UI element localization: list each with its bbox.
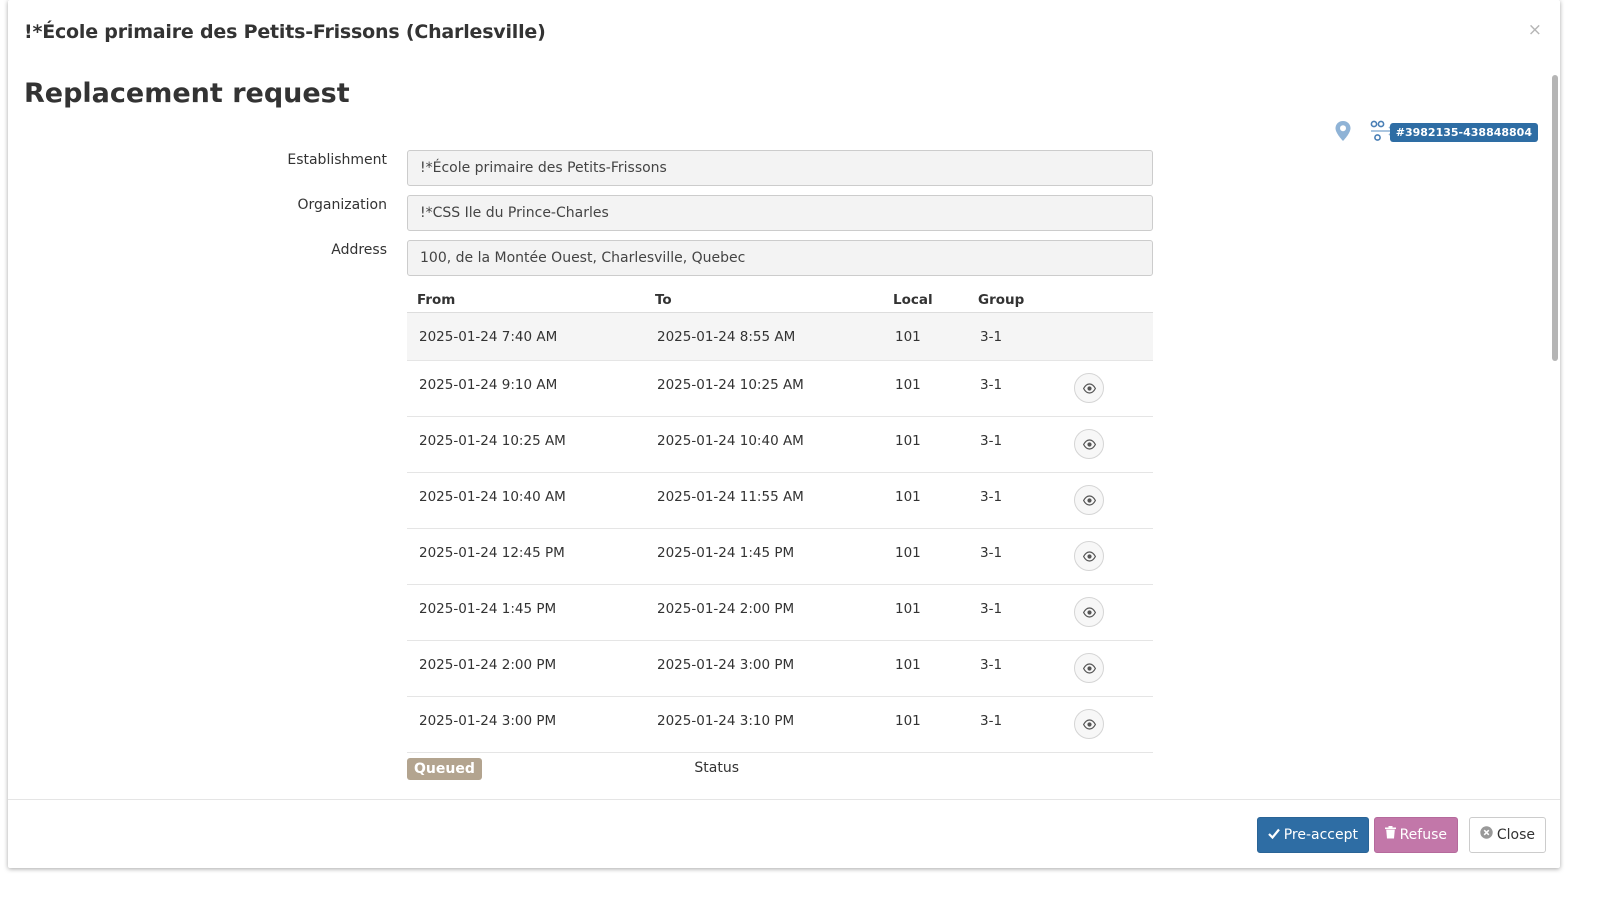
table-row: 2025-01-24 10:40 AM 2025-01-24 11:55 AM 10… [407, 473, 1153, 529]
schedule-table: From To Local Group 2025-01-24 7:40 AM 20… [407, 284, 1153, 753]
cell-from: 2025-01-24 12:45 PM [419, 545, 565, 561]
table-row: 2025-01-24 10:25 AM 2025-01-24 10:40 AM 10… [407, 417, 1153, 473]
cell-group: 3-1 [980, 713, 1003, 729]
cell-group: 3-1 [980, 377, 1003, 393]
cell-group: 3-1 [980, 657, 1003, 673]
view-button[interactable] [1074, 429, 1104, 459]
view-button[interactable] [1074, 373, 1104, 403]
view-button[interactable] [1074, 653, 1104, 683]
cell-local: 101 [895, 377, 921, 393]
close-icon[interactable]: × [1528, 20, 1542, 40]
view-button[interactable] [1074, 597, 1104, 627]
cell-from: 2025-01-24 10:25 AM [419, 433, 566, 449]
column-header-local: Local [893, 292, 933, 308]
schedule-body: 2025-01-24 7:40 AM 2025-01-24 8:55 AM 101 3… [407, 313, 1153, 753]
column-header-to: To [655, 292, 672, 308]
status-label: Status [694, 760, 739, 776]
modal-body: Replacement request #3982135-438848804 E… [8, 64, 1560, 799]
cell-from: 2025-01-24 7:40 AM [419, 329, 558, 345]
school-title: !*École primaire des Petits-Frissons (Ch… [24, 21, 546, 43]
organization-label: Organization [297, 197, 387, 213]
cell-group: 3-1 [980, 601, 1003, 617]
cell-from: 2025-01-24 9:10 AM [419, 377, 558, 393]
address-field[interactable]: 100, de la Montée Ouest, Charlesville, Q… [407, 240, 1153, 276]
cell-to: 2025-01-24 2:00 PM [657, 601, 795, 617]
table-row: 2025-01-24 9:10 AM 2025-01-24 10:25 AM 101… [407, 361, 1153, 417]
close-button[interactable]: Close [1468, 817, 1546, 853]
replacement-request-modal: !*École primaire des Petits-Frissons (Ch… [8, 0, 1560, 868]
establishment-field[interactable]: !*École primaire des Petits-Frissons [407, 150, 1153, 186]
table-row: 2025-01-24 3:00 PM 2025-01-24 3:10 PM 101 3… [407, 697, 1153, 753]
cell-to: 2025-01-24 3:10 PM [657, 713, 795, 729]
establishment-row: Establishment !*École primaire des Petit… [8, 150, 1208, 186]
address-row: Address 100, de la Montée Ouest, Charles… [8, 240, 1208, 276]
page-title: Replacement request [24, 78, 350, 109]
table-row: 2025-01-24 12:45 PM 2025-01-24 1:45 PM 101… [407, 529, 1153, 585]
cell-from: 2025-01-24 10:40 AM [419, 489, 566, 505]
cell-to: 2025-01-24 10:40 AM [657, 433, 804, 449]
cell-group: 3-1 [980, 329, 1003, 345]
cell-local: 101 [895, 433, 921, 449]
cell-local: 101 [895, 657, 921, 673]
cell-local: 101 [895, 601, 921, 617]
cell-to: 2025-01-24 3:00 PM [657, 657, 795, 673]
establishment-label: Establishment [287, 152, 387, 168]
schedule-header: From To Local Group [407, 284, 1153, 313]
view-button[interactable] [1074, 485, 1104, 515]
column-header-from: From [417, 292, 456, 308]
cell-local: 101 [895, 545, 921, 561]
modal-footer: Pre-accept Refuse Close [8, 799, 1560, 868]
organization-row: Organization !*CSS Ile du Prince-Charles [8, 195, 1208, 231]
modal-header: !*École primaire des Petits-Frissons (Ch… [8, 0, 1560, 64]
cell-to: 2025-01-24 11:55 AM [657, 489, 804, 505]
cell-from: 2025-01-24 2:00 PM [419, 657, 557, 673]
address-label: Address [331, 242, 387, 258]
meta-toolbar: #3982135-438848804 [8, 120, 1538, 142]
pre-accept-label: Pre-accept [1283, 827, 1358, 843]
refuse-label: Refuse [1399, 827, 1447, 843]
close-label: Close [1496, 827, 1535, 843]
table-row: 2025-01-24 1:45 PM 2025-01-24 2:00 PM 101 3… [407, 585, 1153, 641]
cell-to: 2025-01-24 10:25 AM [657, 377, 804, 393]
table-row: 2025-01-24 2:00 PM 2025-01-24 3:00 PM 101 3… [407, 641, 1153, 697]
refuse-button[interactable]: Refuse [1373, 817, 1458, 853]
cell-to: 2025-01-24 1:45 PM [657, 545, 795, 561]
pre-accept-button[interactable]: Pre-accept [1256, 817, 1369, 853]
status-badge: Queued [407, 758, 482, 780]
cell-group: 3-1 [980, 433, 1003, 449]
cell-local: 101 [895, 329, 921, 345]
cell-from: 2025-01-24 1:45 PM [419, 601, 557, 617]
trash-icon [1384, 818, 1396, 852]
cell-local: 101 [895, 713, 921, 729]
check-icon [1267, 818, 1280, 852]
cell-from: 2025-01-24 3:00 PM [419, 713, 557, 729]
organization-field[interactable]: !*CSS Ile du Prince-Charles [407, 195, 1153, 231]
cell-group: 3-1 [980, 489, 1003, 505]
view-button[interactable] [1074, 541, 1104, 571]
column-header-group: Group [978, 292, 1025, 308]
cell-group: 3-1 [980, 545, 1003, 561]
scrollbar[interactable] [1552, 75, 1558, 361]
map-pin-icon[interactable] [1334, 120, 1352, 142]
cell-local: 101 [895, 489, 921, 505]
reference-badge: #3982135-438848804 [1389, 123, 1538, 142]
table-row: 2025-01-24 7:40 AM 2025-01-24 8:55 AM 101 3… [407, 313, 1153, 361]
close-circle-icon [1480, 818, 1493, 852]
cell-to: 2025-01-24 8:55 AM [657, 329, 796, 345]
view-button[interactable] [1074, 709, 1104, 739]
